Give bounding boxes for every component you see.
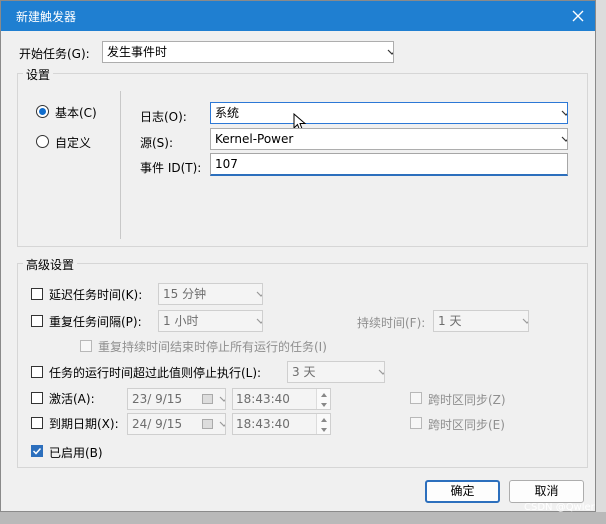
duration-label: 持续时间(F): bbox=[357, 316, 426, 330]
duration-value: 1 天 bbox=[438, 314, 462, 328]
event-id-label: 事件 ID(T): bbox=[140, 161, 202, 175]
sync-tz-z-label: 跨时区同步(Z) bbox=[428, 393, 506, 407]
activate-time-value: 18:43:40 bbox=[236, 392, 290, 406]
radio-custom[interactable] bbox=[36, 135, 49, 148]
radio-basic-label: 基本(C) bbox=[55, 106, 97, 120]
stop-long-value: 3 天 bbox=[292, 365, 316, 379]
delay-label: 延迟任务时间(K): bbox=[49, 288, 143, 302]
activate-checkbox[interactable] bbox=[31, 392, 43, 404]
title-bar: 新建触发器 bbox=[1, 1, 595, 31]
stop-long-label: 任务的运行时间超过此值则停止执行(L): bbox=[49, 366, 262, 380]
calendar-icon bbox=[202, 419, 213, 429]
sync-tz-e-checkbox[interactable] bbox=[410, 417, 422, 429]
cancel-button[interactable]: 取消 bbox=[509, 480, 584, 503]
begin-task-label: 开始任务(G): bbox=[19, 47, 90, 61]
settings-group-label: 设置 bbox=[23, 66, 54, 83]
stop-long-select[interactable]: 3 天 bbox=[287, 361, 385, 383]
stop-repeat-label: 重复持续时间结束时停止所有运行的任务(I) bbox=[98, 340, 327, 354]
close-button[interactable] bbox=[567, 5, 589, 27]
checkmark-icon bbox=[32, 447, 42, 455]
expire-checkbox[interactable] bbox=[31, 417, 43, 429]
log-select[interactable]: 系统 bbox=[210, 102, 568, 124]
radio-basic[interactable] bbox=[36, 105, 49, 118]
repeat-select[interactable]: 1 小时 bbox=[158, 310, 263, 332]
close-icon bbox=[572, 10, 584, 22]
repeat-label: 重复任务间隔(P): bbox=[49, 315, 142, 329]
expire-time-value: 18:43:40 bbox=[236, 417, 290, 431]
settings-divider bbox=[120, 91, 121, 239]
enabled-checkbox[interactable] bbox=[31, 445, 43, 457]
expire-label: 到期日期(X): bbox=[49, 417, 119, 431]
stop-long-checkbox[interactable] bbox=[31, 366, 43, 378]
spinner-arrows-icon bbox=[321, 393, 327, 407]
repeat-value: 1 小时 bbox=[163, 314, 199, 328]
enabled-label: 已启用(B) bbox=[49, 446, 103, 460]
advanced-group-label: 高级设置 bbox=[23, 256, 78, 273]
expire-time-picker[interactable]: 18:43:40 bbox=[232, 413, 331, 435]
source-select[interactable]: Kernel-Power bbox=[210, 128, 568, 150]
duration-select[interactable]: 1 天 bbox=[433, 310, 529, 332]
begin-task-value: 发生事件时 bbox=[107, 45, 168, 59]
dialog-title: 新建触发器 bbox=[16, 10, 77, 24]
time-spinner[interactable] bbox=[316, 414, 330, 434]
time-spinner[interactable] bbox=[316, 389, 330, 409]
ok-button[interactable]: 确定 bbox=[425, 480, 500, 503]
expire-date-picker[interactable]: 24/ 9/15 bbox=[127, 413, 226, 435]
sync-tz-e-label: 跨时区同步(E) bbox=[428, 418, 505, 432]
event-id-value: 107 bbox=[215, 157, 238, 171]
delay-value: 15 分钟 bbox=[163, 287, 207, 301]
sync-tz-z-checkbox[interactable] bbox=[410, 392, 422, 404]
expire-date-value: 24/ 9/15 bbox=[132, 417, 183, 431]
activate-date-value: 23/ 9/15 bbox=[132, 392, 183, 406]
source-label: 源(S): bbox=[140, 136, 174, 150]
log-value: 系统 bbox=[215, 106, 240, 120]
new-trigger-dialog: 新建触发器 开始任务(G): 发生事件时 设置 基本(C) 自定义 日志(O):… bbox=[0, 0, 596, 512]
event-id-input[interactable]: 107 bbox=[210, 153, 568, 176]
watermark: CSDN @Qwler bbox=[524, 502, 595, 513]
calendar-icon bbox=[202, 394, 213, 404]
delay-checkbox[interactable] bbox=[31, 288, 43, 300]
activate-date-picker[interactable]: 23/ 9/15 bbox=[127, 388, 226, 410]
background-window bbox=[596, 0, 606, 512]
activate-time-picker[interactable]: 18:43:40 bbox=[232, 388, 331, 410]
source-value: Kernel-Power bbox=[215, 132, 294, 146]
activate-label: 激活(A): bbox=[49, 392, 95, 406]
stop-repeat-checkbox[interactable] bbox=[80, 340, 92, 352]
repeat-checkbox[interactable] bbox=[31, 315, 43, 327]
spinner-arrows-icon bbox=[321, 418, 327, 432]
log-label: 日志(O): bbox=[140, 110, 187, 124]
delay-select[interactable]: 15 分钟 bbox=[158, 283, 263, 305]
radio-custom-label: 自定义 bbox=[55, 136, 92, 150]
begin-task-select[interactable]: 发生事件时 bbox=[102, 41, 394, 63]
